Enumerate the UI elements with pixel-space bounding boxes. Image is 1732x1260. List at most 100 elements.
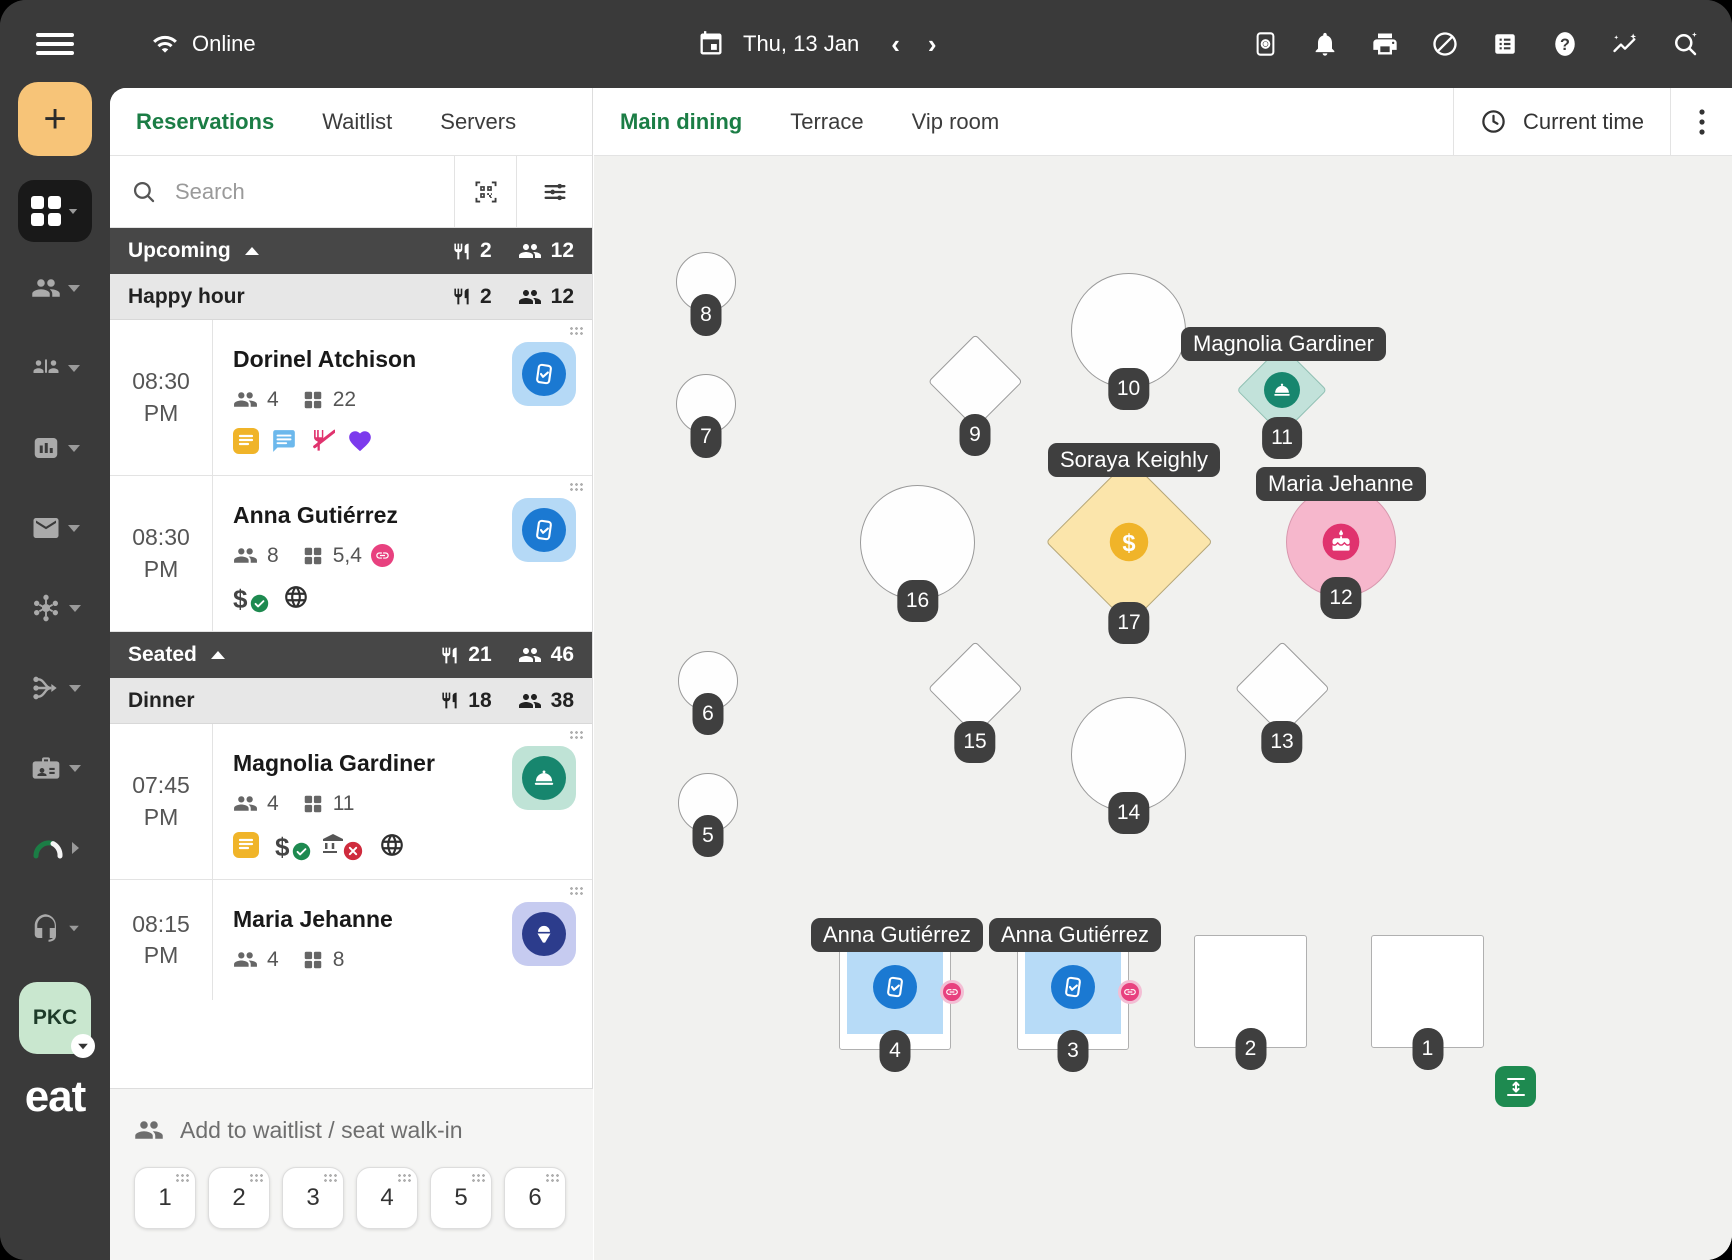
walkin-size-button[interactable]: 6 [504, 1167, 566, 1229]
tab-reservations[interactable]: Reservations [136, 109, 274, 135]
table-10[interactable]: 10 [1071, 273, 1186, 388]
tab-terrace[interactable]: Terrace [790, 109, 863, 135]
drag-handle-icon[interactable] [569, 326, 584, 336]
notes-list-icon[interactable] [1486, 25, 1524, 63]
walkin-size-button[interactable]: 4 [356, 1167, 418, 1229]
table-9[interactable]: 9 [930, 336, 1020, 426]
tab-waitlist[interactable]: Waitlist [322, 109, 392, 135]
drag-handle-icon[interactable] [569, 482, 584, 492]
drag-handle-icon[interactable] [569, 886, 584, 896]
search-sparkle-icon[interactable] [1666, 25, 1704, 63]
floor-options-button[interactable] [1670, 88, 1732, 155]
calendar-icon[interactable] [697, 30, 725, 58]
time-mode-selector[interactable]: Current time [1453, 88, 1670, 155]
guests-icon [518, 285, 542, 309]
table-12[interactable]: 12 [1286, 487, 1396, 597]
tab-main-dining[interactable]: Main dining [620, 109, 742, 135]
reservation-card[interactable]: 08:30PM Dorinel Atchison 4 22 [110, 320, 592, 476]
covers-icon [440, 646, 459, 665]
sidebar-item-guests[interactable] [31, 248, 80, 328]
reservation-card[interactable]: 08:15PM Maria Jehanne 4 8 [110, 880, 592, 1000]
table-1[interactable]: 1 [1371, 935, 1484, 1048]
merge-arrow-icon [30, 672, 62, 704]
topbar: Online Thu, 13 Jan ‹ › ? [110, 0, 1732, 88]
tab-servers[interactable]: Servers [440, 109, 516, 135]
table-17[interactable]: $ 17 [1049, 462, 1209, 622]
add-reservation-button[interactable]: + [18, 82, 92, 156]
search-input[interactable] [173, 178, 373, 206]
chevron-down-icon [69, 925, 79, 931]
sidebar-item-reports[interactable] [31, 408, 80, 488]
status-badge-confirmed[interactable] [512, 498, 576, 562]
floor-view-button[interactable] [18, 180, 92, 242]
reservation-time: 07:45PM [110, 724, 213, 879]
hamburger-menu-icon[interactable] [36, 28, 74, 60]
avatar-dropdown[interactable] [71, 1034, 95, 1058]
wifi-icon [150, 31, 180, 57]
notifications-bell-icon[interactable] [1306, 25, 1344, 63]
time-mode-label: Current time [1523, 109, 1644, 135]
print-icon[interactable] [1366, 25, 1404, 63]
table-number: 22 [333, 388, 356, 412]
reservation-card[interactable]: 07:45PM Magnolia Gardiner 4 11 $ [110, 724, 592, 880]
table-2[interactable]: 2 [1194, 935, 1307, 1048]
walkin-size-button[interactable]: 1 [134, 1167, 196, 1229]
drag-handle-icon[interactable] [569, 730, 584, 740]
chevron-down-icon [68, 365, 80, 372]
hub-icon [30, 592, 62, 624]
table-13[interactable]: 13 [1237, 643, 1327, 733]
status-badge-main-course[interactable] [512, 746, 576, 810]
block-icon[interactable] [1426, 25, 1464, 63]
table-7[interactable]: 7 [676, 374, 736, 434]
tab-vip-room[interactable]: Vip room [912, 109, 1000, 135]
linked-tables-icon [940, 980, 964, 1004]
prev-day-button[interactable]: ‹ [891, 29, 900, 60]
walkin-section: Add to waitlist / seat walk-in 1 2 3 4 5… [110, 1088, 593, 1260]
table-8[interactable]: 8 [676, 252, 736, 312]
bar-chart-icon [31, 433, 61, 463]
sidebar-item-integrations[interactable] [30, 568, 81, 648]
next-day-button[interactable]: › [928, 29, 937, 60]
table-16[interactable]: 16 [860, 485, 975, 600]
restaurant-app: + [0, 0, 1732, 1260]
sidebar-item-staff[interactable] [30, 728, 81, 808]
table-5[interactable]: 5 [678, 773, 738, 833]
walkin-size-button[interactable]: 5 [430, 1167, 492, 1229]
linked-tables-icon [371, 544, 394, 567]
reservation-card[interactable]: 08:30PM Anna Gutiérrez 8 5,4 $ [110, 476, 592, 632]
walkin-label: Add to waitlist / seat walk-in [180, 1117, 463, 1144]
table-6[interactable]: 6 [678, 651, 738, 711]
walkin-size-button[interactable]: 2 [208, 1167, 270, 1229]
insights-sparkle-icon[interactable] [1606, 25, 1644, 63]
sidebar-item-waitlist[interactable] [31, 328, 80, 408]
sidebar-item-flows[interactable] [30, 648, 81, 728]
date-label[interactable]: Thu, 13 Jan [743, 31, 859, 57]
chevron-down-icon [68, 445, 80, 452]
filter-button[interactable] [516, 156, 592, 227]
sidebar-item-messages[interactable] [31, 488, 80, 568]
table-4[interactable]: 4 [839, 938, 951, 1050]
help-icon[interactable]: ? [1546, 25, 1584, 63]
table-icon [302, 949, 324, 971]
section-seated[interactable]: Seated 21 46 [110, 632, 592, 678]
walkin-label-row[interactable]: Add to waitlist / seat walk-in [134, 1115, 593, 1145]
user-avatar[interactable]: PKC [19, 982, 91, 1054]
section-upcoming[interactable]: Upcoming 2 12 [110, 228, 592, 274]
table-15[interactable]: 15 [930, 643, 1020, 733]
floor-canvas[interactable]: 8 7 6 5 10 16 14 9 15 13 11 [594, 156, 1732, 1260]
status-badge-dessert[interactable] [512, 902, 576, 966]
table-3[interactable]: 3 [1017, 938, 1129, 1050]
party-size: 4 [267, 948, 279, 972]
fit-floor-button[interactable] [1495, 1066, 1536, 1107]
qr-scan-button[interactable] [454, 156, 516, 227]
walkin-size-button[interactable]: 3 [282, 1167, 344, 1229]
cloche-icon [531, 765, 557, 791]
table-14[interactable]: 14 [1071, 697, 1186, 812]
device-monitor-icon[interactable] [1246, 25, 1284, 63]
reservation-time: 08:15PM [110, 880, 213, 1000]
mail-icon [31, 513, 61, 543]
sidebar-item-support[interactable] [31, 888, 80, 968]
section-title: Seated [128, 643, 197, 667]
sidebar-item-performance[interactable] [31, 808, 79, 888]
status-badge-confirmed[interactable] [512, 342, 576, 406]
